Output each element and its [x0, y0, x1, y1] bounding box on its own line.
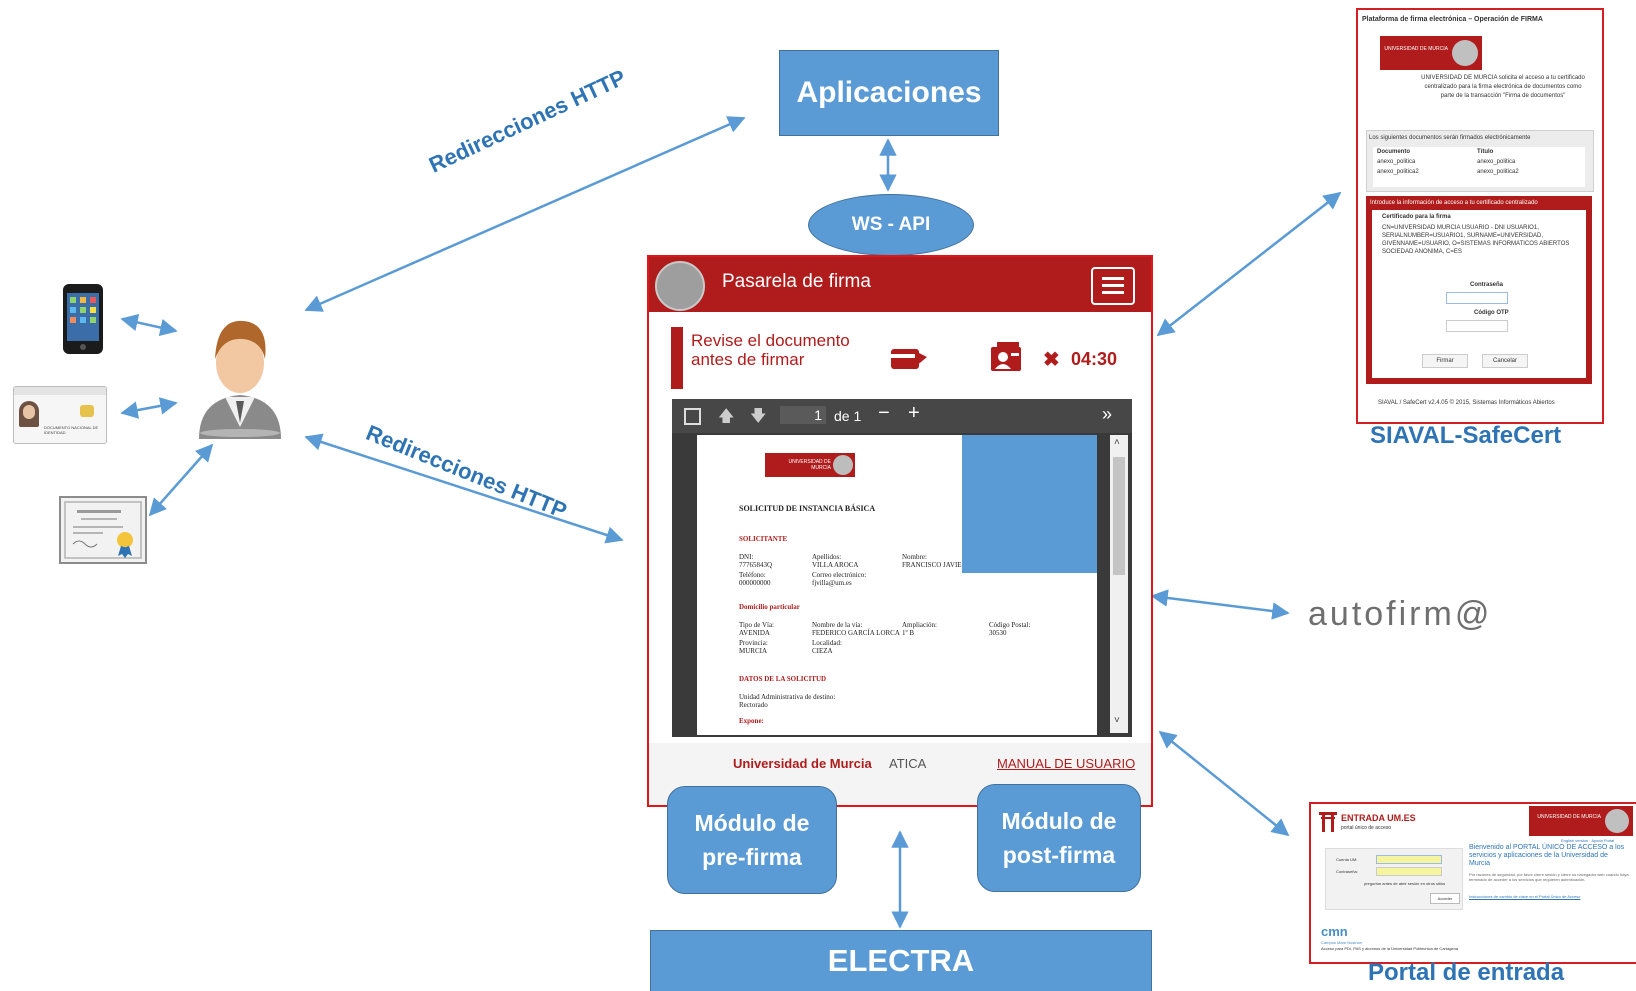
more-tools-icon[interactable]: »	[1102, 404, 1112, 425]
field-nombre: Nombre: FRANCISCO JAVIER	[902, 553, 967, 569]
university-seal-icon	[655, 261, 705, 311]
countdown-timer: 04:30	[1071, 349, 1118, 369]
section-solicitante: SOLICITANTE	[739, 535, 788, 543]
section-expone: Expone:	[739, 717, 764, 725]
smartphone-icon	[63, 284, 103, 354]
cmn-logo: cmn	[1321, 924, 1348, 939]
post-signature-module-box: Módulo de post-firma	[977, 784, 1141, 892]
siaval-footer: SIAVAL / SafeCert v2.4.05 © 2015, Sistem…	[1378, 400, 1555, 406]
portal-notice: Por razones de seguridad, por favor cier…	[1469, 872, 1629, 882]
zoom-out-icon[interactable]: −	[878, 402, 890, 425]
field-unidad: Unidad Administrativa de destino: Rectora…	[739, 693, 836, 709]
portal-university-logo: UNIVERSIDAD DE MURCIA	[1529, 806, 1633, 836]
field-apellidos: Apellidos: VILLA AROCA	[812, 553, 859, 569]
siaval-sign-button[interactable]: Firmar	[1422, 354, 1468, 368]
pdf-viewer[interactable]: 🡅 🡇 1 de 1 − + » UNIVERSIDAD DE MURCIA S…	[672, 399, 1132, 737]
ws-api-ellipse: WS - API	[808, 194, 974, 256]
manual-link[interactable]: MANUAL DE USUARIO	[997, 756, 1135, 771]
ws-api-label: WS - API	[851, 214, 931, 235]
siaval-screenshot: Plataforma de firma electrónica – Operac…	[1356, 8, 1604, 424]
field-email: Correo electrónico: fjvilla@um.es	[812, 571, 867, 587]
previous-page-icon[interactable]: 🡅	[718, 405, 734, 432]
portal-password-input[interactable]	[1376, 867, 1442, 876]
id-card-text: DOCUMENTO NACIONAL DE IDENTIDAD	[44, 425, 99, 435]
zoom-in-icon[interactable]: +	[908, 402, 920, 425]
id-card-chip-icon	[80, 405, 94, 417]
field-ampliacion: Ampliación: 1º B	[902, 621, 937, 637]
portal-remember-checkbox[interactable]: preguntar antes de abrir sesión en otros…	[1364, 881, 1445, 886]
user-avatar-icon	[199, 320, 281, 439]
portal-caption: Portal de entrada	[1368, 959, 1565, 986]
portal-links[interactable]: English version · Ayuda Portal	[1561, 838, 1614, 843]
signature-gateway-panel: Pasarela de firma Revise el documento an…	[647, 255, 1153, 807]
next-page-icon[interactable]: 🡇	[750, 405, 766, 432]
hamburger-menu-button[interactable]	[1091, 267, 1135, 305]
siaval-docs-box: Los siguientes documentos serán firmados…	[1366, 130, 1594, 192]
arrow-gateway-to-portal	[1158, 730, 1290, 837]
certificate-user-icon[interactable]	[989, 341, 1025, 373]
review-document-text: Revise el documento antes de firmar	[691, 331, 850, 369]
id-card: DOCUMENTO NACIONAL DE IDENTIDAD	[13, 386, 107, 444]
siaval-title: Plataforma de firma electrónica – Operac…	[1362, 16, 1543, 23]
siaval-password-input[interactable]	[1446, 292, 1508, 304]
arrow-gateway-to-autofirma	[1150, 589, 1290, 620]
gateway-header: Pasarela de firma	[649, 257, 1151, 312]
arrow-cert-to-user	[148, 443, 214, 517]
siaval-logo: UNIVERSIDAD DE MURCIA	[1380, 36, 1482, 70]
arrow-phone-to-user	[120, 313, 178, 337]
field-telefono: Teléfono: 000000000	[739, 571, 771, 587]
siaval-otp-input[interactable]	[1446, 320, 1508, 332]
document-logo: UNIVERSIDAD DE MURCIA	[765, 453, 855, 477]
section-domicilio: Domicilio particular	[739, 603, 800, 611]
electra-label: ELECTRA	[827, 943, 975, 978]
siaval-caption: SIAVAL-SafeCert	[1370, 422, 1562, 449]
arrow-gateway-to-siaval	[1156, 191, 1342, 337]
card-sign-icon[interactable]	[889, 345, 929, 371]
page-number-input[interactable]: 1	[780, 406, 826, 424]
field-nombre-via: Nombre de la vía: FEDERICO GARCÍA LORCA	[812, 621, 900, 637]
torii-gate-icon	[1319, 812, 1337, 832]
cmn-note: Acceso para PDI, PAS y alumnos de la Uni…	[1321, 946, 1459, 951]
siaval-access-box: Introduce la información de acceso a tu …	[1366, 196, 1592, 384]
footer-atica: ATICA	[889, 756, 927, 771]
pre-signature-module-box: Módulo de pre-firma	[667, 786, 837, 894]
cancel-icon[interactable]: ✖	[1043, 347, 1060, 372]
page-count: de 1	[834, 408, 862, 424]
review-accent-bar	[671, 327, 683, 389]
portal-screenshot: ENTRADA UM.ES portal único de acceso UNI…	[1309, 802, 1636, 964]
cmn-sub: Campus Mare Nostrum	[1321, 940, 1363, 945]
arrow-idcard-to-user	[120, 397, 178, 419]
field-provincia: Provincia: MURCIA	[739, 639, 768, 655]
field-tipo-via: Tipo de Vía: AVENIDA	[739, 621, 775, 637]
aplicaciones-box: Aplicaciones	[779, 50, 999, 136]
document-heading: SOLICITUD DE INSTANCIA BÁSICA	[739, 504, 876, 513]
portal-more-link[interactable]: Instrucciones de cambio de clave en el P…	[1469, 894, 1629, 899]
portal-user-input[interactable]	[1376, 855, 1442, 864]
siaval-cancel-button[interactable]: Cancelar	[1482, 354, 1528, 368]
overlay-blue-block	[962, 435, 1097, 573]
post-signature-module-label: Módulo de post-firma	[1001, 808, 1117, 868]
portal-access-button[interactable]: Acceder	[1430, 893, 1460, 904]
field-codigo-postal: Código Postal: 30530	[989, 621, 1031, 637]
siaval-intro: UNIVERSIDAD DE MURCIA solicita el acceso…	[1421, 75, 1585, 99]
pdf-page: UNIVERSIDAD DE MURCIA SOLICITUD DE INSTA…	[697, 435, 1097, 735]
portal-brand: ENTRADA UM.ES	[1341, 813, 1416, 823]
certificate-icon	[59, 496, 147, 564]
aplicaciones-label: Aplicaciones	[796, 76, 982, 109]
portal-brand-sub: portal único de acceso	[1341, 825, 1392, 831]
sidebar-toggle-icon[interactable]	[684, 408, 701, 425]
gateway-title: Pasarela de firma	[722, 271, 871, 292]
pdf-toolbar: 🡅 🡇 1 de 1 − + »	[672, 399, 1132, 433]
portal-login-box: Cuenta UM: Contraseña: preguntar antes d…	[1325, 848, 1463, 910]
pdf-scrollbar[interactable]: ˄ ˅	[1110, 435, 1128, 733]
arrow-user-to-gateway	[304, 433, 624, 544]
autofirma-logo: autofirm@	[1308, 595, 1493, 633]
footer-university: Universidad de Murcia	[733, 756, 872, 771]
field-localidad: Localidad: CIEZA	[812, 639, 842, 655]
portal-welcome: Bienvenido al PORTAL ÚNICO DE ACCESO a l…	[1469, 844, 1625, 867]
electra-box: ELECTRA	[650, 930, 1152, 991]
pre-signature-module-label: Módulo de pre-firma	[694, 810, 810, 870]
field-dni: DNI: 77765843Q	[739, 553, 773, 569]
section-datos: DATOS DE LA SOLICITUD	[739, 675, 827, 683]
